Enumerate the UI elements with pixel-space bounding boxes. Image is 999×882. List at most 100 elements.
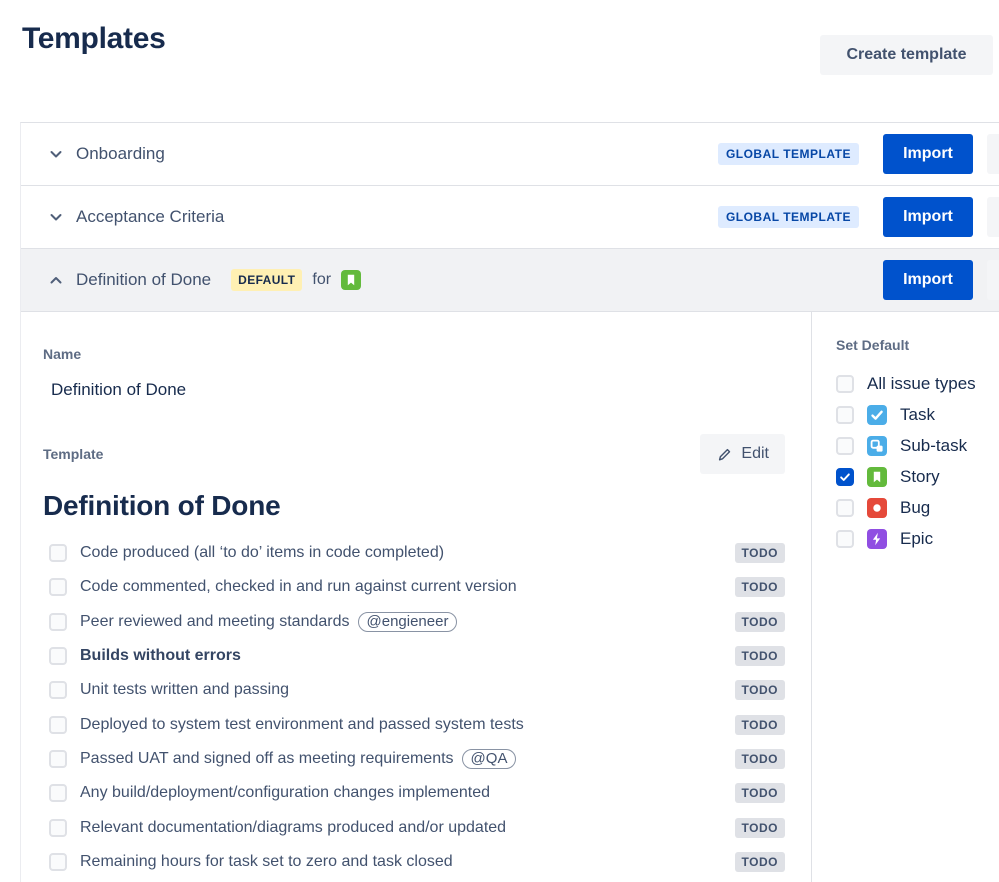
global-template-badge: GLOBAL TEMPLATE xyxy=(717,206,859,228)
template-row-definition-of-done[interactable]: Definition of Done DEFAULT for Import xyxy=(21,249,999,312)
issue-type-option[interactable]: Task xyxy=(836,401,999,428)
issue-type-label: Sub-task xyxy=(900,435,968,455)
task-icon xyxy=(867,404,887,425)
checklist-item-text: Builds without errors xyxy=(80,647,241,665)
checklist-item: Remaining hours for task set to zero and… xyxy=(43,845,785,879)
issue-type-checkbox[interactable] xyxy=(836,374,854,393)
item-checkbox[interactable] xyxy=(49,647,67,666)
issue-type-label: Epic xyxy=(900,528,934,548)
page-title: Templates xyxy=(22,22,166,55)
epic-icon xyxy=(867,528,887,549)
issue-type-list: All issue types Task Sub-task Story Bug … xyxy=(836,370,999,552)
set-default-sidebar: Set Default All issue types Task Sub-tas… xyxy=(811,312,999,882)
checklist-item-text: Code commented, checked in and run again… xyxy=(80,578,517,596)
pencil-icon xyxy=(719,448,731,460)
item-checkbox[interactable] xyxy=(49,784,67,803)
template-row-acceptance-criteria[interactable]: Acceptance Criteria GLOBAL TEMPLATE Impo… xyxy=(21,186,999,249)
todo-badge[interactable]: TODO xyxy=(734,748,785,769)
template-label: Template xyxy=(43,446,104,462)
edit-button-label: Edit xyxy=(741,445,769,462)
issue-type-checkbox[interactable] xyxy=(836,405,854,424)
item-checkbox[interactable] xyxy=(49,818,67,837)
template-name: Onboarding xyxy=(76,144,165,163)
for-text: for xyxy=(312,271,332,288)
checklist-item: Code produced (all ‘to do’ items in code… xyxy=(43,536,785,570)
bug-icon xyxy=(867,497,887,518)
item-checkbox[interactable] xyxy=(49,749,67,768)
set-default-label: Set Default xyxy=(836,337,910,353)
item-checkbox[interactable] xyxy=(49,681,67,700)
issue-type-option[interactable]: Bug xyxy=(836,494,999,521)
more-actions-button[interactable] xyxy=(987,134,999,174)
issue-type-option[interactable]: Story xyxy=(836,463,999,490)
checklist-item: Deployed to system test environment and … xyxy=(43,707,785,741)
subtask-icon xyxy=(867,435,887,456)
template-name: Acceptance Criteria xyxy=(76,207,225,226)
todo-badge[interactable]: TODO xyxy=(734,783,785,804)
import-button[interactable]: Import xyxy=(883,260,973,300)
chevron-up-icon[interactable] xyxy=(46,270,66,290)
mention-pill[interactable]: @QA xyxy=(461,748,517,769)
more-actions-button[interactable] xyxy=(987,197,999,237)
story-icon xyxy=(341,270,362,290)
todo-badge[interactable]: TODO xyxy=(734,646,785,667)
template-row-onboarding[interactable]: Onboarding GLOBAL TEMPLATE Import xyxy=(21,123,999,186)
checklist-item-text: Any build/deployment/configuration chang… xyxy=(80,784,491,802)
checklist-item: Unit tests written and passing TODO xyxy=(43,673,785,707)
template-heading: Definition of Done xyxy=(43,490,281,521)
todo-badge[interactable]: TODO xyxy=(734,543,785,564)
checklist-item-text: Relevant documentation/diagrams produced… xyxy=(80,818,507,836)
edit-button[interactable]: Edit xyxy=(700,434,785,474)
todo-badge[interactable]: TODO xyxy=(734,611,785,632)
checklist-item: Code commented, checked in and run again… xyxy=(43,570,785,604)
checklist-item: Builds without errors TODO xyxy=(43,639,785,673)
checklist-item-text: Code produced (all ‘to do’ items in code… xyxy=(80,544,445,562)
name-value[interactable]: Definition of Done xyxy=(51,380,785,400)
template-detail: Name Definition of Done Template Edit De… xyxy=(21,312,999,882)
check-icon xyxy=(840,472,850,481)
chevron-down-icon[interactable] xyxy=(46,207,66,227)
issue-type-label: Bug xyxy=(900,497,931,517)
item-checkbox[interactable] xyxy=(49,852,67,871)
more-actions-button[interactable] xyxy=(987,260,999,300)
checklist-item-text: Passed UAT and signed off as meeting req… xyxy=(80,749,454,767)
checklist-item-text: Deployed to system test environment and … xyxy=(80,715,524,733)
issue-type-checkbox[interactable] xyxy=(836,467,854,486)
import-button[interactable]: Import xyxy=(883,197,973,237)
chevron-down-icon[interactable] xyxy=(46,144,66,164)
todo-badge[interactable]: TODO xyxy=(734,680,785,701)
global-template-badge: GLOBAL TEMPLATE xyxy=(717,143,859,165)
item-checkbox[interactable] xyxy=(49,544,67,563)
create-template-button[interactable]: Create template xyxy=(820,35,993,75)
issue-type-checkbox[interactable] xyxy=(836,436,854,455)
todo-badge[interactable]: TODO xyxy=(734,714,785,735)
item-checkbox[interactable] xyxy=(49,578,67,597)
issue-type-label: All issue types xyxy=(867,373,976,393)
mention-pill[interactable]: @engieneer xyxy=(357,611,458,632)
checklist-item: Passed UAT and signed off as meeting req… xyxy=(43,742,785,776)
checklist: Code produced (all ‘to do’ items in code… xyxy=(43,536,785,879)
checklist-item-text: Remaining hours for task set to zero and… xyxy=(80,852,453,870)
story-icon xyxy=(867,466,887,487)
todo-badge[interactable]: TODO xyxy=(734,817,785,838)
template-name: Definition of Done xyxy=(76,270,212,289)
checklist-item-text: Peer reviewed and meeting standards xyxy=(80,612,350,630)
issue-type-label: Story xyxy=(900,466,940,486)
issue-type-option[interactable]: All issue types xyxy=(836,370,999,397)
checklist-item: Relevant documentation/diagrams produced… xyxy=(43,810,785,844)
issue-type-checkbox[interactable] xyxy=(836,529,854,548)
issue-type-option[interactable]: Sub-task xyxy=(836,432,999,459)
todo-badge[interactable]: TODO xyxy=(734,577,785,598)
item-checkbox[interactable] xyxy=(49,715,67,734)
name-label: Name xyxy=(43,346,82,362)
default-badge: DEFAULT xyxy=(231,269,303,291)
checklist-item: Peer reviewed and meeting standards @eng… xyxy=(43,605,785,639)
checklist-item-text: Unit tests written and passing xyxy=(80,681,289,699)
templates-panel: Onboarding GLOBAL TEMPLATE Import Accept… xyxy=(20,122,999,882)
import-button[interactable]: Import xyxy=(883,134,973,174)
issue-type-checkbox[interactable] xyxy=(836,498,854,517)
checklist-item: Any build/deployment/configuration chang… xyxy=(43,776,785,810)
issue-type-option[interactable]: Epic xyxy=(836,525,999,552)
todo-badge[interactable]: TODO xyxy=(734,851,785,872)
item-checkbox[interactable] xyxy=(49,612,67,631)
